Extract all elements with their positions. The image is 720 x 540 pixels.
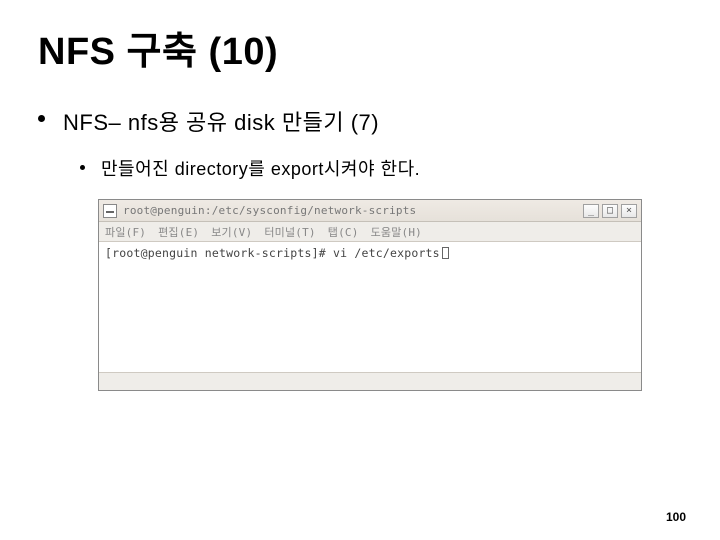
terminal-app-icon bbox=[103, 204, 117, 218]
bullet-dot-icon bbox=[80, 165, 85, 170]
page-number: 100 bbox=[666, 510, 686, 524]
bullet-level-1: NFS– nfs용 공유 disk 만들기 (7) bbox=[38, 105, 682, 137]
maximize-button[interactable]: □ bbox=[602, 204, 618, 218]
status-bar bbox=[99, 372, 641, 390]
menu-bar: 파일(F) 편집(E) 보기(V) 터미널(T) 탭(C) 도움말(H) bbox=[99, 222, 641, 242]
bullet-2-text: 만들어진 directory를 export시켜야 한다. bbox=[101, 155, 420, 181]
menu-tabs[interactable]: 탭(C) bbox=[328, 224, 359, 240]
terminal-window: root@penguin:/etc/sysconfig/network-scri… bbox=[98, 199, 642, 391]
terminal-screenshot: root@penguin:/etc/sysconfig/network-scri… bbox=[98, 199, 642, 391]
cursor-icon bbox=[442, 247, 449, 259]
menu-terminal[interactable]: 터미널(T) bbox=[264, 224, 315, 240]
bullet-1-text: NFS– nfs용 공유 disk 만들기 (7) bbox=[63, 105, 379, 137]
menu-file[interactable]: 파일(F) bbox=[105, 224, 146, 240]
close-button[interactable]: × bbox=[621, 204, 637, 218]
menu-help[interactable]: 도움말(H) bbox=[371, 224, 422, 240]
window-controls: _ □ × bbox=[583, 204, 637, 218]
slide: NFS 구축 (10) NFS– nfs용 공유 disk 만들기 (7) 만들… bbox=[0, 0, 720, 540]
menu-view[interactable]: 보기(V) bbox=[211, 224, 252, 240]
minimize-button[interactable]: _ bbox=[583, 204, 599, 218]
titlebar: root@penguin:/etc/sysconfig/network-scri… bbox=[99, 200, 641, 222]
slide-title: NFS 구축 (10) bbox=[38, 20, 682, 75]
terminal-body[interactable]: [root@penguin network-scripts]# vi /etc/… bbox=[99, 242, 641, 372]
terminal-prompt-line: [root@penguin network-scripts]# vi /etc/… bbox=[105, 246, 440, 260]
bullet-dot-icon bbox=[38, 115, 45, 122]
window-title: root@penguin:/etc/sysconfig/network-scri… bbox=[123, 204, 583, 217]
menu-edit[interactable]: 편집(E) bbox=[158, 224, 199, 240]
bullet-level-2: 만들어진 directory를 export시켜야 한다. bbox=[80, 155, 682, 181]
